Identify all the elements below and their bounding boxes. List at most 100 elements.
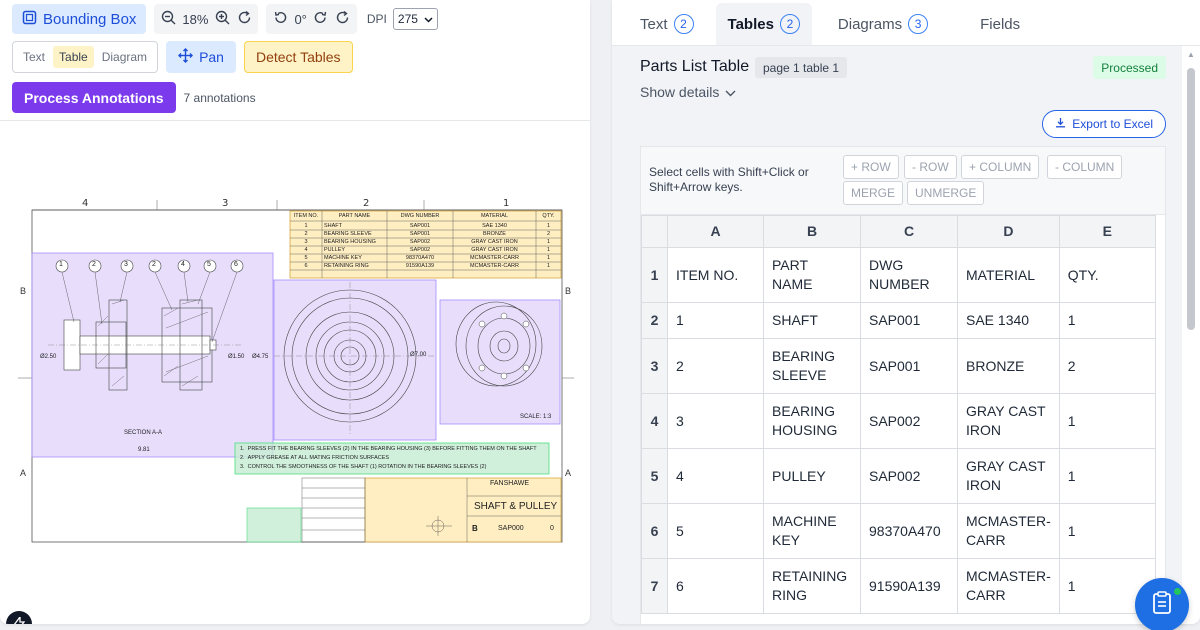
corner-cell bbox=[641, 215, 668, 248]
vertical-scrollbar[interactable]: ▲ bbox=[1184, 46, 1198, 624]
titleblock-company: FANSHAWE bbox=[490, 480, 530, 487]
mode-text[interactable]: Text bbox=[17, 46, 51, 68]
drawing-parts-cell: QTY. bbox=[542, 213, 555, 219]
table-cell[interactable]: ITEM NO. bbox=[667, 247, 764, 303]
tab-diagrams[interactable]: Diagrams 3 bbox=[826, 3, 940, 45]
table-cell[interactable]: 98370A470 bbox=[860, 503, 958, 559]
mode-table[interactable]: Table bbox=[53, 46, 94, 68]
scroll-thumb[interactable] bbox=[1187, 68, 1195, 330]
table-cell[interactable]: 5 bbox=[667, 503, 764, 559]
table-cell[interactable]: PULLEY bbox=[763, 448, 861, 504]
table-cell[interactable]: MCMASTER-CARR bbox=[957, 503, 1060, 559]
drawing-parts-cell: MCMASTER-CARR bbox=[470, 255, 519, 261]
merge-button[interactable]: MERGE bbox=[843, 181, 904, 205]
drawing-parts-cell: SHAFT bbox=[324, 222, 343, 229]
balloon-label: 3 bbox=[124, 261, 128, 268]
table-cell[interactable]: BEARING HOUSING bbox=[763, 393, 861, 449]
table-cell[interactable]: SAE 1340 bbox=[957, 302, 1060, 339]
reset-zoom-icon[interactable] bbox=[236, 10, 252, 29]
zoom-in-icon[interactable] bbox=[214, 10, 230, 29]
table-cell[interactable]: 4 bbox=[667, 448, 764, 504]
lightning-icon[interactable] bbox=[6, 611, 32, 624]
table-cell[interactable]: PART NAME bbox=[763, 247, 861, 303]
drawing-parts-cell: PART NAME bbox=[338, 213, 371, 219]
unmerge-button[interactable]: UNMERGE bbox=[907, 181, 985, 205]
table-cell[interactable]: RETAINING RING bbox=[763, 558, 861, 614]
tab-fields[interactable]: Fields bbox=[968, 3, 1032, 45]
column-header[interactable]: D bbox=[957, 215, 1060, 248]
show-details-toggle[interactable]: Show details bbox=[640, 84, 736, 100]
row-number[interactable]: 2 bbox=[641, 302, 668, 339]
table-cell[interactable]: 1 bbox=[1058, 448, 1156, 504]
pan-button[interactable]: Pan bbox=[166, 41, 236, 73]
bounding-box-label: Bounding Box bbox=[43, 10, 137, 28]
show-details-label: Show details bbox=[640, 84, 720, 100]
scroll-up-icon[interactable]: ▲ bbox=[1187, 50, 1195, 59]
notes-fab-button[interactable] bbox=[1135, 578, 1189, 630]
rotate-right-icon[interactable] bbox=[313, 10, 329, 29]
table-cell[interactable]: SAP001 bbox=[860, 302, 958, 339]
drawing-parts-cell: 1 bbox=[546, 247, 551, 253]
drawing-parts-cell: 4 bbox=[304, 247, 308, 253]
detect-tables-button[interactable]: Detect Tables bbox=[243, 41, 353, 73]
zoom-out-icon[interactable] bbox=[160, 10, 176, 29]
export-label: Export to Excel bbox=[1072, 117, 1153, 131]
table-cell[interactable]: MATERIAL bbox=[957, 247, 1060, 303]
table-cell[interactable]: 1 bbox=[667, 302, 764, 339]
clipboard-icon bbox=[1152, 590, 1172, 620]
remove-column-button[interactable]: - COLUMN bbox=[1047, 155, 1123, 179]
export-to-excel-button[interactable]: Export to Excel bbox=[1042, 110, 1166, 138]
table-cell[interactable]: MACHINE KEY bbox=[763, 503, 861, 559]
pan-label: Pan bbox=[199, 49, 224, 65]
reset-rotation-icon[interactable] bbox=[335, 10, 351, 29]
drawing-parts-cell: ITEM NO. bbox=[293, 213, 319, 219]
table-cell[interactable]: DWG NUMBER bbox=[860, 247, 958, 303]
table-cell[interactable]: 1 bbox=[1058, 503, 1156, 559]
add-row-button[interactable]: + ROW bbox=[843, 155, 899, 179]
row-number[interactable]: 6 bbox=[641, 503, 668, 559]
table-cell[interactable]: QTY. bbox=[1058, 247, 1156, 303]
zone-label-3: 3 bbox=[222, 198, 229, 209]
table-cell[interactable]: 91590A139 bbox=[860, 558, 958, 614]
table-cell[interactable]: BRONZE bbox=[957, 338, 1060, 394]
table-cell[interactable]: 2 bbox=[667, 338, 764, 394]
column-header[interactable]: A bbox=[667, 215, 764, 248]
table-cell[interactable]: GRAY CAST IRON bbox=[957, 448, 1060, 504]
zoom-value: 18% bbox=[182, 11, 209, 27]
table-cell[interactable]: 3 bbox=[667, 393, 764, 449]
row-number[interactable]: 7 bbox=[641, 558, 668, 614]
column-header[interactable]: C bbox=[860, 215, 958, 248]
tab-text[interactable]: Text 2 bbox=[628, 3, 706, 45]
table-cell[interactable]: BEARING SLEEVE bbox=[763, 338, 861, 394]
row-number[interactable]: 3 bbox=[641, 338, 668, 394]
table-cell[interactable]: SAP002 bbox=[860, 393, 958, 449]
tab-tables[interactable]: Tables 2 bbox=[715, 3, 812, 45]
rotate-left-icon[interactable] bbox=[272, 10, 288, 29]
table-cell[interactable]: GRAY CAST IRON bbox=[957, 393, 1060, 449]
table-cell[interactable]: 1 bbox=[1058, 393, 1156, 449]
table-cell[interactable]: SHAFT bbox=[763, 302, 861, 339]
table-cell[interactable]: 6 bbox=[667, 558, 764, 614]
remove-row-button[interactable]: - ROW bbox=[904, 155, 957, 179]
row-number[interactable]: 4 bbox=[641, 393, 668, 449]
table-cell[interactable]: MCMASTER-CARR bbox=[957, 558, 1060, 614]
table-cell[interactable]: SAP001 bbox=[860, 338, 958, 394]
result-tabs: Text 2 Tables 2 Diagrams 3 Fields bbox=[612, 0, 1200, 46]
dpi-select[interactable]: 275 bbox=[392, 8, 438, 30]
section-label: SECTION A-A bbox=[124, 430, 163, 436]
bounding-box-button[interactable]: Bounding Box bbox=[12, 4, 147, 34]
row-number[interactable]: 5 bbox=[641, 448, 668, 504]
titleblock-dwg-no: SAP000 bbox=[498, 525, 524, 532]
column-header[interactable]: E bbox=[1058, 215, 1156, 248]
drawing-canvas[interactable]: 4 3 2 1 B B A A ITEM NO. PART NAME DWG N… bbox=[12, 196, 576, 548]
tab-label: Tables bbox=[727, 15, 774, 33]
zone-label-2: 2 bbox=[363, 198, 370, 209]
table-cell[interactable]: SAP002 bbox=[860, 448, 958, 504]
row-number[interactable]: 1 bbox=[641, 247, 668, 303]
add-column-button[interactable]: + COLUMN bbox=[961, 155, 1040, 179]
table-cell[interactable]: 2 bbox=[1058, 338, 1156, 394]
process-annotations-button[interactable]: Process Annotations bbox=[12, 82, 176, 113]
table-cell[interactable]: 1 bbox=[1058, 302, 1156, 339]
column-header[interactable]: B bbox=[763, 215, 861, 248]
mode-diagram[interactable]: Diagram bbox=[96, 46, 153, 68]
